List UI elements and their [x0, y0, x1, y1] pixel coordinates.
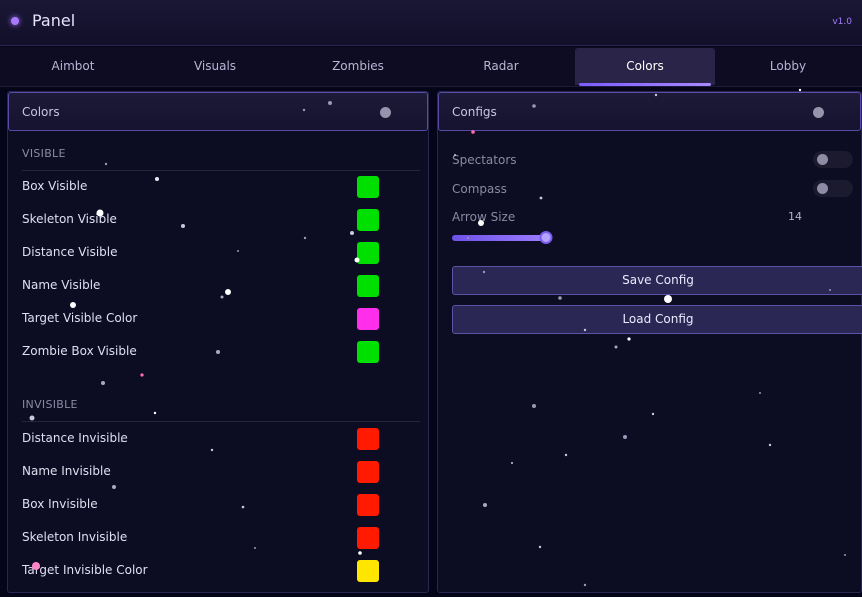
configs-panel-title: Configs: [452, 105, 497, 119]
color-label: Name Invisible: [22, 464, 111, 478]
arrow-size-slider[interactable]: [452, 231, 553, 244]
toggle-knob: [817, 183, 828, 194]
toggle-row-compass: Compass: [452, 180, 854, 200]
color-row-distance-invisible: Distance Invisible: [22, 427, 382, 451]
color-label: Distance Visible: [22, 245, 118, 259]
color-swatch[interactable]: [357, 242, 379, 264]
color-label: Box Invisible: [22, 497, 98, 511]
app-logo-icon: [11, 17, 19, 25]
configs-panel: Configs Spectators Compass Arrow Size 14…: [437, 91, 862, 593]
colors-panel-header: Colors: [8, 92, 428, 131]
color-label: Name Visible: [22, 278, 101, 292]
color-swatch[interactable]: [357, 428, 379, 450]
color-label: Target Invisible Color: [22, 563, 148, 577]
color-row-skeleton-invisible: Skeleton Invisible: [22, 526, 382, 550]
toggle-label: Compass: [452, 182, 507, 196]
tab-aimbot[interactable]: Aimbot: [3, 48, 143, 85]
visible-section-divider: [22, 170, 420, 171]
color-label: Box Visible: [22, 179, 88, 193]
color-row-skeleton-visible: Skeleton Visible: [22, 208, 382, 232]
tab-zombies[interactable]: Zombies: [288, 48, 428, 85]
toggle-knob: [817, 154, 828, 165]
tab-visuals[interactable]: Visuals: [145, 48, 285, 85]
load-config-button[interactable]: Load Config: [452, 305, 862, 334]
color-swatch[interactable]: [357, 527, 379, 549]
configs-panel-collapse-button[interactable]: [813, 107, 824, 118]
visible-section-title: VISIBLE: [22, 147, 66, 160]
configs-panel-header: Configs: [438, 92, 861, 131]
spectators-toggle[interactable]: [813, 151, 853, 168]
color-swatch[interactable]: [357, 176, 379, 198]
save-config-button[interactable]: Save Config: [452, 266, 862, 295]
color-row-target-invisible: Target Invisible Color: [22, 559, 382, 583]
color-swatch[interactable]: [357, 560, 379, 582]
version-label: v1.0: [832, 17, 852, 27]
color-label: Target Visible Color: [22, 311, 138, 325]
tab-bar: Aimbot Visuals Zombies Radar Colors Lobb…: [0, 47, 862, 87]
color-row-box-visible: Box Visible: [22, 175, 382, 199]
color-label: Skeleton Invisible: [22, 530, 128, 544]
color-swatch[interactable]: [357, 461, 379, 483]
tab-colors[interactable]: Colors: [575, 48, 715, 86]
color-swatch[interactable]: [357, 341, 379, 363]
color-row-target-visible: Target Visible Color: [22, 307, 382, 331]
invisible-section-divider: [22, 421, 420, 422]
window-title: Panel: [32, 11, 76, 30]
toggle-row-spectators: Spectators: [452, 151, 854, 171]
color-swatch[interactable]: [357, 494, 379, 516]
colors-panel-collapse-button[interactable]: [380, 107, 391, 118]
arrow-size-value: 14: [788, 210, 802, 223]
arrow-size-slider-thumb[interactable]: [539, 231, 553, 244]
tab-lobby[interactable]: Lobby: [718, 48, 858, 85]
toggle-label: Spectators: [452, 153, 517, 167]
color-label: Distance Invisible: [22, 431, 128, 445]
arrow-size-slider-fill: [452, 235, 547, 241]
color-label: Skeleton Visible: [22, 212, 117, 226]
color-row-zombie-box-visible: Zombie Box Visible: [22, 340, 382, 364]
color-swatch[interactable]: [357, 209, 379, 231]
invisible-section-title: INVISIBLE: [22, 398, 78, 411]
color-swatch[interactable]: [357, 275, 379, 297]
colors-panel: Colors VISIBLE Box Visible Skeleton Visi…: [7, 91, 429, 593]
compass-toggle[interactable]: [813, 180, 853, 197]
tab-radar[interactable]: Radar: [431, 48, 571, 85]
color-swatch[interactable]: [357, 308, 379, 330]
color-row-distance-visible: Distance Visible: [22, 241, 382, 265]
color-label: Zombie Box Visible: [22, 344, 137, 358]
color-row-name-visible: Name Visible: [22, 274, 382, 298]
color-row-box-invisible: Box Invisible: [22, 493, 382, 517]
colors-panel-title: Colors: [22, 105, 60, 119]
window-titlebar[interactable]: Panel v1.0: [0, 0, 862, 46]
arrow-size-label: Arrow Size: [452, 210, 516, 224]
color-row-name-invisible: Name Invisible: [22, 460, 382, 484]
